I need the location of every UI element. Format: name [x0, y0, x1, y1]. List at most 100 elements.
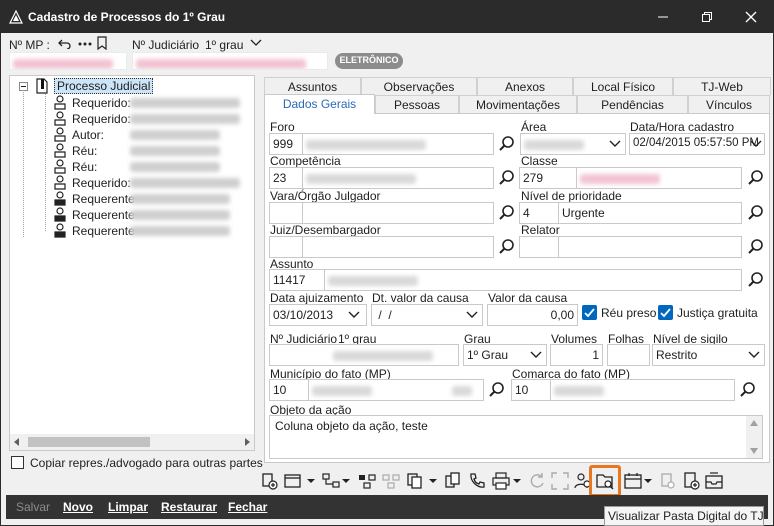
justica-gratuita-checkbox[interactable] [658, 305, 673, 320]
competencia-name-field[interactable] [302, 167, 494, 189]
tab-dados-gerais[interactable]: Dados Gerais [264, 94, 375, 114]
search-icon[interactable] [498, 169, 516, 187]
print-icon[interactable] [491, 471, 511, 491]
foro-name-field[interactable] [302, 133, 494, 155]
classe-name-field[interactable] [576, 167, 742, 189]
assunto-name-field[interactable] [324, 269, 742, 291]
chevron-down-icon[interactable] [250, 39, 262, 47]
municipio-code-field[interactable]: 10 [269, 379, 309, 401]
close-button[interactable] [729, 1, 773, 33]
scroll-left-icon[interactable] [14, 438, 20, 446]
tab-assuntos[interactable]: Assuntos [264, 77, 361, 95]
search-icon[interactable] [498, 135, 516, 153]
split-icon[interactable] [357, 471, 377, 491]
chevron-down-icon[interactable] [513, 479, 521, 484]
chevron-down-icon[interactable] [529, 350, 543, 360]
foro-code-field[interactable]: 999 [269, 133, 303, 155]
dots-icon[interactable] [78, 41, 92, 47]
tab-v-nculos[interactable]: Vínculos [688, 95, 770, 113]
merge-icon [382, 474, 400, 489]
juiz-code-field[interactable] [269, 236, 303, 258]
chevron-down-icon[interactable] [347, 310, 361, 320]
mp-number-field[interactable] [9, 52, 127, 70]
scroll-right-icon[interactable] [244, 438, 250, 446]
nivel-prioridade-code-field[interactable]: 4 [519, 202, 559, 224]
search-icon[interactable] [747, 271, 765, 289]
clear-button[interactable]: Limpar [108, 500, 148, 514]
classe-code-field[interactable]: 279 [519, 167, 577, 189]
close-form-button[interactable]: Fechar [228, 500, 267, 514]
tab-tj-web[interactable]: TJ-Web [673, 77, 771, 95]
copy-repres-checkbox[interactable] [11, 456, 24, 469]
tree-item-label: Réu: [72, 160, 98, 174]
vara-code-field[interactable] [269, 202, 303, 224]
save-button[interactable]: Salvar [16, 500, 50, 514]
search-icon[interactable] [747, 169, 765, 187]
objeto-textarea[interactable]: Coluna objeto da ação, teste [269, 415, 763, 459]
undo-icon[interactable] [58, 37, 72, 49]
reu-preso-checkbox[interactable] [582, 305, 597, 320]
comarca-code-field[interactable]: 10 [511, 379, 551, 401]
chevron-down-icon[interactable] [608, 139, 622, 149]
comarca-name-field[interactable] [550, 379, 735, 401]
bookmark-icon[interactable] [96, 36, 108, 50]
minimize-button[interactable] [641, 1, 685, 33]
copy-icon[interactable] [443, 471, 463, 491]
app-icon [9, 10, 23, 24]
objeto-scrollbar[interactable] [746, 416, 762, 458]
window-icon[interactable] [283, 471, 303, 491]
chevron-down-icon[interactable] [429, 479, 437, 484]
scroll-down-icon[interactable] [750, 448, 758, 454]
relator-code-field[interactable] [519, 236, 559, 258]
relator-name-field[interactable] [558, 236, 742, 258]
chevron-down-icon[interactable] [307, 479, 315, 484]
volumes-field[interactable]: 1 [550, 344, 603, 366]
search-icon[interactable] [747, 238, 765, 256]
n-judiciario-field[interactable] [269, 344, 459, 366]
tab-pessoas[interactable]: Pessoas [375, 95, 459, 113]
search-icon[interactable] [747, 204, 765, 222]
search-icon[interactable] [739, 381, 757, 399]
chevron-down-icon[interactable] [747, 350, 761, 360]
search-icon[interactable] [498, 204, 516, 222]
new-button[interactable]: Novo [63, 500, 93, 514]
chevron-down-icon[interactable] [749, 139, 763, 149]
documents-icon[interactable] [405, 471, 425, 491]
phone-icon[interactable] [467, 471, 487, 491]
juiz-name-field[interactable] [302, 236, 494, 258]
municipio-name-field[interactable] [308, 379, 484, 401]
tab-observa-es[interactable]: Observações [361, 77, 477, 95]
tab-movimenta-es[interactable]: Movimentações [459, 95, 577, 113]
redacted-name [130, 130, 220, 140]
chevron-down-icon[interactable] [465, 310, 479, 320]
judiciario-number-field[interactable] [132, 52, 328, 70]
chevron-down-icon[interactable] [644, 479, 652, 484]
assunto-code-field[interactable]: 11417 [269, 269, 325, 291]
tab-local-f-sico[interactable]: Local Físico [573, 77, 673, 95]
scroll-up-icon[interactable] [750, 420, 758, 426]
digital-folder-icon[interactable] [595, 471, 615, 491]
competencia-code-field[interactable]: 23 [269, 167, 303, 189]
restore-icon [702, 12, 712, 22]
scrollbar-thumb[interactable] [28, 437, 150, 447]
add-file-icon[interactable] [681, 471, 701, 491]
hierarchy-icon[interactable] [321, 471, 341, 491]
data-hora-field[interactable]: 02/04/2015 05:57:50 PM [629, 133, 765, 155]
folhas-field[interactable] [607, 344, 650, 366]
search-icon[interactable] [488, 381, 506, 399]
inbox-icon[interactable] [704, 471, 724, 491]
search-icon[interactable] [498, 238, 516, 256]
tab-pend-ncias[interactable]: Pendências [577, 95, 688, 113]
restore-button[interactable] [685, 1, 729, 33]
valor-causa-field[interactable]: 0,00 [487, 304, 578, 326]
add-document-icon[interactable] [259, 471, 279, 491]
expand-icon [551, 472, 569, 490]
vara-name-field[interactable] [302, 202, 494, 224]
horizontal-scrollbar[interactable] [10, 434, 254, 450]
tree-item-label: Requerido: [72, 112, 131, 126]
tab-anexos[interactable]: Anexos [477, 77, 573, 95]
calendar-icon[interactable] [623, 471, 643, 491]
nivel-prioridade-name-field[interactable]: Urgente [558, 202, 742, 224]
restore-form-button[interactable]: Restaurar [161, 500, 217, 514]
chevron-down-icon[interactable] [342, 479, 350, 484]
